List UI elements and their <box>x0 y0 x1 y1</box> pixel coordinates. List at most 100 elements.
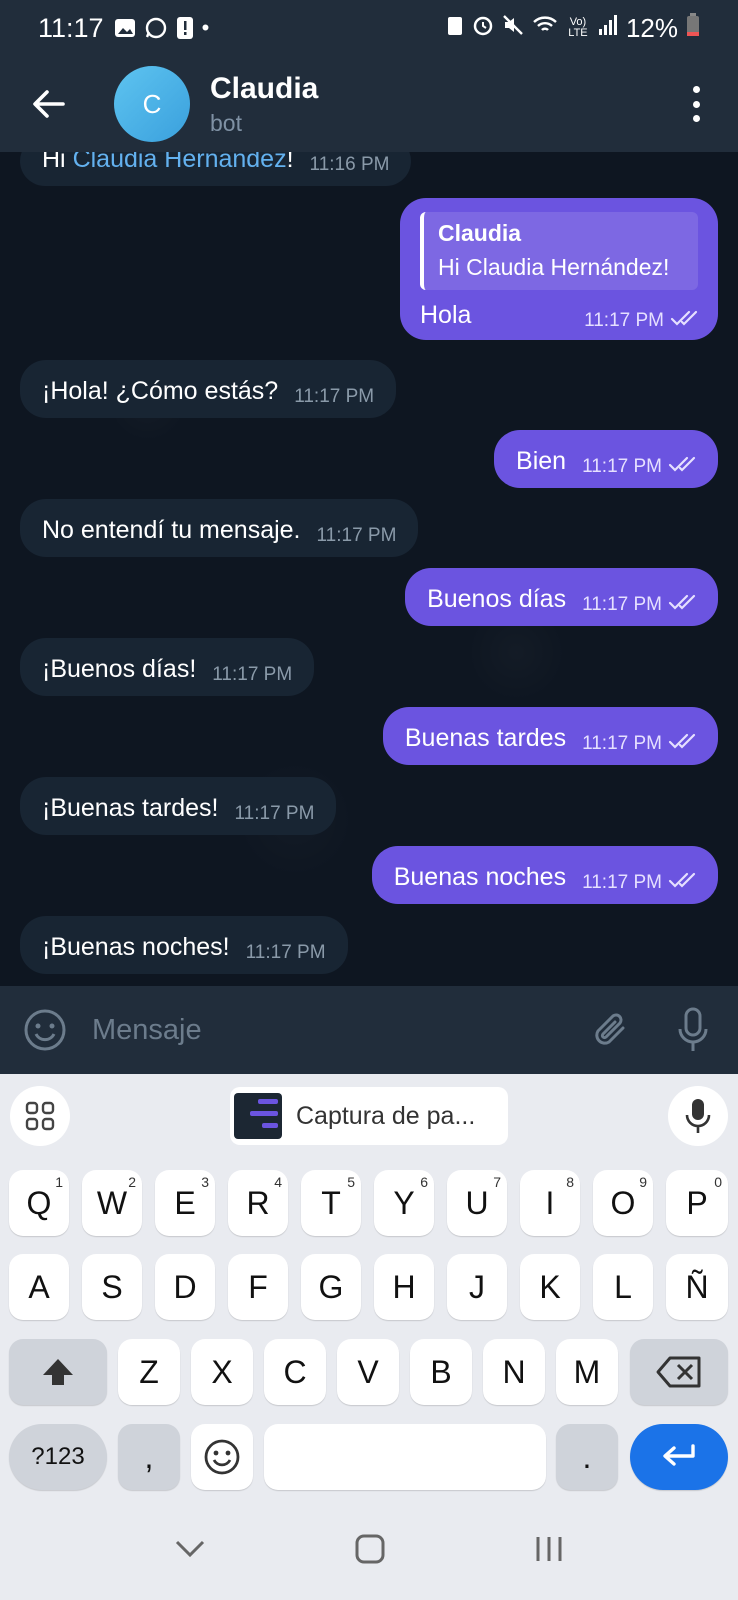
key-l[interactable]: L <box>593 1254 653 1320</box>
more-options-button[interactable] <box>678 84 714 124</box>
message-time: 11:17 PM <box>582 590 696 620</box>
suggestion-label: Captura de pa... <box>296 1101 476 1130</box>
period-key[interactable]: . <box>556 1424 618 1490</box>
paperclip-icon <box>595 1013 625 1045</box>
key-u[interactable]: U7 <box>447 1170 507 1236</box>
message-time: 11:17 PM <box>234 803 315 824</box>
symbols-key[interactable]: ?123 <box>9 1424 107 1490</box>
status-time: 11:17 <box>38 12 104 43</box>
microphone-icon <box>685 1099 711 1133</box>
key-q[interactable]: Q1 <box>9 1170 69 1236</box>
chat-title-box[interactable]: Claudia bot <box>210 72 318 137</box>
nav-home-button[interactable] <box>355 1534 385 1569</box>
recents-icon <box>536 1536 562 1561</box>
key-m[interactable]: M <box>556 1339 618 1405</box>
enter-key[interactable] <box>630 1424 728 1490</box>
alarm-icon <box>472 14 494 42</box>
key-label: K <box>539 1268 561 1305</box>
key-b[interactable]: B <box>410 1339 472 1405</box>
key-hint: 3 <box>201 1174 209 1190</box>
message-input[interactable]: Mensaje <box>92 1014 588 1047</box>
key-c[interactable]: C <box>264 1339 326 1405</box>
key-f[interactable]: F <box>228 1254 288 1320</box>
key-label: ?123 <box>31 1443 85 1470</box>
key-label: J <box>469 1268 485 1305</box>
key-hint: 0 <box>714 1174 722 1190</box>
signal-icon <box>598 14 618 42</box>
message-outgoing[interactable]: Buenas tardes 11:17 PM <box>382 707 718 765</box>
user-mention-link[interactable]: Claudia Hernández <box>73 152 287 173</box>
home-square-icon <box>355 1534 385 1563</box>
clipboard-suggestion-chip[interactable]: Captura de pa... <box>230 1087 508 1145</box>
key-i[interactable]: I8 <box>520 1170 580 1236</box>
reply-quote[interactable]: Claudia Hi Claudia Hernández! <box>420 212 698 290</box>
double-check-icon <box>668 590 696 620</box>
back-button[interactable] <box>0 56 96 152</box>
key-j[interactable]: J <box>447 1254 507 1320</box>
attach-button[interactable] <box>588 1005 638 1055</box>
key-label: W <box>96 1184 128 1221</box>
message-time: 11:17 PM <box>582 868 696 898</box>
key-p[interactable]: P0 <box>666 1170 728 1236</box>
message-incoming[interactable]: Hi Claudia Hernández! 11:16 PM <box>20 152 412 186</box>
comma-key[interactable]: , <box>118 1424 180 1490</box>
nav-recents-button[interactable] <box>534 1535 564 1568</box>
key-label: N <box>502 1353 526 1390</box>
key-hint: 4 <box>274 1174 282 1190</box>
key-k[interactable]: K <box>520 1254 580 1320</box>
key-label: C <box>283 1353 307 1390</box>
key-x[interactable]: X <box>191 1339 253 1405</box>
message-time: 11:17 PM <box>245 942 326 963</box>
avatar[interactable]: C <box>114 66 190 142</box>
key-n-tilde[interactable]: Ñ <box>666 1254 728 1320</box>
message-outgoing[interactable]: Buenas noches 11:17 PM <box>371 846 718 904</box>
emoji-button[interactable] <box>20 1005 70 1055</box>
key-h[interactable]: H <box>374 1254 434 1320</box>
key-g[interactable]: G <box>301 1254 361 1320</box>
key-hint: 6 <box>420 1174 428 1190</box>
key-y[interactable]: Y6 <box>374 1170 434 1236</box>
message-time-text: 11:17 PM <box>582 733 662 754</box>
nav-hide-keyboard-button[interactable] <box>174 1539 206 1564</box>
message-incoming[interactable]: ¡Buenos días! 11:17 PM <box>20 638 315 696</box>
space-key[interactable] <box>264 1424 546 1490</box>
double-check-icon <box>668 452 696 482</box>
key-s[interactable]: S <box>82 1254 142 1320</box>
key-d[interactable]: D <box>155 1254 215 1320</box>
emoji-key[interactable] <box>191 1424 253 1490</box>
key-label: H <box>392 1268 416 1305</box>
key-w[interactable]: W2 <box>82 1170 142 1236</box>
message-time-text: 11:17 PM <box>582 594 662 615</box>
message-incoming[interactable]: ¡Hola! ¿Cómo estás? 11:17 PM <box>20 360 397 418</box>
key-t[interactable]: T5 <box>301 1170 361 1236</box>
voice-record-button[interactable] <box>668 1005 718 1055</box>
message-outgoing[interactable]: Buenos días 11:17 PM <box>405 568 718 626</box>
battery-saver-icon <box>446 14 464 42</box>
message-incoming[interactable]: ¡Buenas noches! 11:17 PM <box>20 916 348 974</box>
key-n[interactable]: N <box>483 1339 545 1405</box>
chat-area[interactable]: Hi Claudia Hernández! 11:16 PM Claudia H… <box>0 152 738 986</box>
message-text: Buenas noches <box>393 863 567 891</box>
message-outgoing[interactable]: Claudia Hi Claudia Hernández! Hola 11:17… <box>400 198 718 340</box>
shift-key[interactable] <box>9 1339 107 1405</box>
backspace-key[interactable] <box>630 1339 728 1405</box>
message-outgoing[interactable]: Bien 11:17 PM <box>494 430 718 488</box>
key-z[interactable]: Z <box>118 1339 180 1405</box>
message-incoming[interactable]: No entendí tu mensaje. 11:17 PM <box>20 499 419 557</box>
key-a[interactable]: A <box>9 1254 69 1320</box>
key-label: B <box>430 1353 452 1390</box>
key-label: U <box>465 1184 489 1221</box>
keyboard-menu-button[interactable] <box>10 1086 70 1146</box>
key-e[interactable]: E3 <box>155 1170 215 1236</box>
voice-input-button[interactable] <box>668 1086 728 1146</box>
message-incoming[interactable]: ¡Buenas tardes! 11:17 PM <box>20 777 337 835</box>
key-r[interactable]: R4 <box>228 1170 288 1236</box>
key-o[interactable]: O9 <box>593 1170 653 1236</box>
dot <box>692 100 700 108</box>
wifi-icon <box>532 14 558 42</box>
message-text: Hola <box>420 301 472 329</box>
key-label: S <box>101 1268 123 1305</box>
key-v[interactable]: V <box>337 1339 399 1405</box>
dot <box>692 86 700 93</box>
key-label: Y <box>393 1184 415 1221</box>
